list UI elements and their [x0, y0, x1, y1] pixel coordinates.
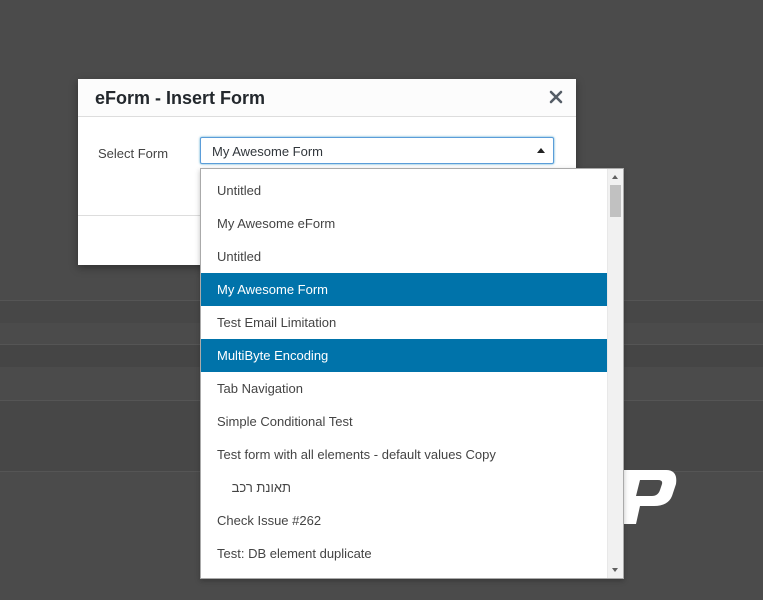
dialog-header: eForm - Insert Form [78, 79, 576, 117]
dropdown-option[interactable]: תאונת רכב [201, 471, 607, 504]
form-select[interactable]: My Awesome Form [200, 137, 554, 164]
dropdown-option[interactable]: Simple Conditional Test [201, 405, 607, 438]
close-icon[interactable] [546, 87, 566, 107]
dropdown-option[interactable]: Test Email Limitation [201, 306, 607, 339]
scrollbar-thumb[interactable] [610, 185, 621, 217]
dropdown-option[interactable]: Test: DB element duplicate [201, 537, 607, 570]
dropdown-option[interactable]: Untitled [201, 240, 607, 273]
form-select-value: My Awesome Form [212, 144, 324, 159]
dialog-title: eForm - Insert Form [95, 88, 266, 108]
dropdown-option[interactable]: Tab Navigation [201, 372, 607, 405]
select-form-label: Select Form [98, 146, 169, 161]
dropdown-option-hovered[interactable]: MultiByte Encoding [201, 339, 607, 372]
form-options-list: Untitled My Awesome eForm Untitled My Aw… [201, 174, 607, 570]
dropdown-option-selected[interactable]: My Awesome Form [201, 273, 607, 306]
dropdown-option[interactable]: Untitled [201, 174, 607, 207]
form-select-dropdown: Untitled My Awesome eForm Untitled My Aw… [200, 168, 624, 579]
dropdown-option[interactable]: Check Issue #262 [201, 504, 607, 537]
dropdown-scrollbar[interactable] [607, 169, 623, 578]
scroll-up-arrow-icon[interactable] [612, 175, 618, 179]
dropdown-option[interactable]: My Awesome eForm [201, 207, 607, 240]
scroll-down-arrow-icon[interactable] [612, 568, 618, 572]
chevron-up-icon [537, 148, 545, 153]
dropdown-option[interactable]: Test form with all elements - default va… [201, 438, 607, 471]
